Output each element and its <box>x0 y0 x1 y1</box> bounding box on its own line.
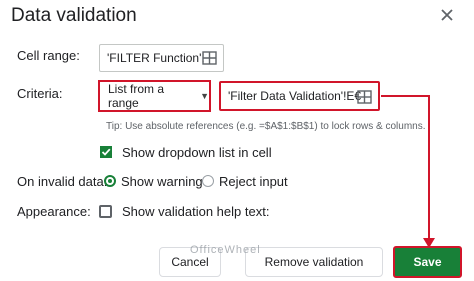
save-button[interactable]: Save <box>393 246 462 278</box>
remove-validation-button[interactable]: Remove validation <box>245 247 383 277</box>
dropdown-label: Show dropdown list in cell <box>122 145 272 160</box>
show-warning-label[interactable]: Show warning <box>121 174 203 189</box>
radio-reject-input[interactable] <box>202 175 214 187</box>
dropdown-checkbox[interactable] <box>100 146 112 158</box>
check-icon <box>101 148 111 156</box>
annotation-arrow <box>381 95 435 248</box>
tip-text: Tip: Use absolute references (e.g. =$A$1… <box>106 121 426 132</box>
radio-show-warning[interactable] <box>104 175 116 187</box>
watermark-text: OfficeWheel <box>190 244 261 256</box>
invalid-data-label: On invalid data: <box>17 174 108 189</box>
help-text-label: Show validation help text: <box>122 204 270 219</box>
appearance-label: Appearance: <box>17 204 91 219</box>
reject-input-label[interactable]: Reject input <box>219 174 288 189</box>
help-text-checkbox[interactable] <box>99 205 112 218</box>
